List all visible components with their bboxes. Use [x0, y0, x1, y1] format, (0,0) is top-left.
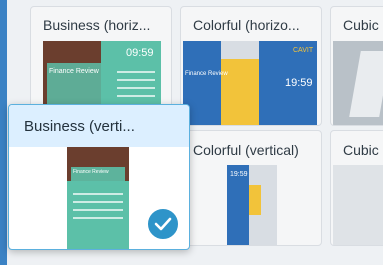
template-thumbnail: Finance Review CAVIT 19:59 — [183, 41, 317, 125]
thumb-time: 19:59 — [230, 171, 248, 178]
thumb-heading: Finance Review — [73, 169, 109, 175]
template-title: Cubic — [343, 142, 379, 158]
checkmark-icon — [146, 207, 180, 241]
thumb-time: 19:59 — [285, 77, 313, 89]
template-title: Cubic — [343, 17, 379, 33]
template-thumbnail — [333, 41, 383, 125]
template-title: Colorful (horizo... — [193, 17, 300, 33]
template-title: Business (verti... — [24, 118, 135, 135]
thumb-brand: CAVIT — [293, 47, 314, 54]
thumb-time: 09:59 — [126, 47, 154, 59]
template-title: Colorful (vertical) — [193, 142, 299, 158]
template-card-colorful-vertical[interactable]: Colorful (vertical) 19:59 — [180, 130, 322, 246]
template-thumbnail: Finance Review — [67, 147, 129, 249]
thumb-heading: Finance Review — [49, 68, 99, 75]
thumb-heading: Finance Review — [185, 71, 228, 77]
template-card-colorful-horizontal[interactable]: Colorful (horizo... Finance Review CAVIT… — [180, 6, 322, 126]
left-edge-bar — [0, 0, 7, 265]
template-card-business-vertical-selected[interactable]: Business (verti... Finance Review — [8, 104, 190, 250]
template-card-cubic-1[interactable]: Cubic — [330, 6, 383, 126]
template-card-cubic-2[interactable]: Cubic — [330, 130, 383, 246]
template-title: Business (horiz... — [43, 17, 151, 33]
template-thumbnail — [333, 165, 383, 245]
template-thumbnail: 19:59 — [227, 165, 277, 245]
